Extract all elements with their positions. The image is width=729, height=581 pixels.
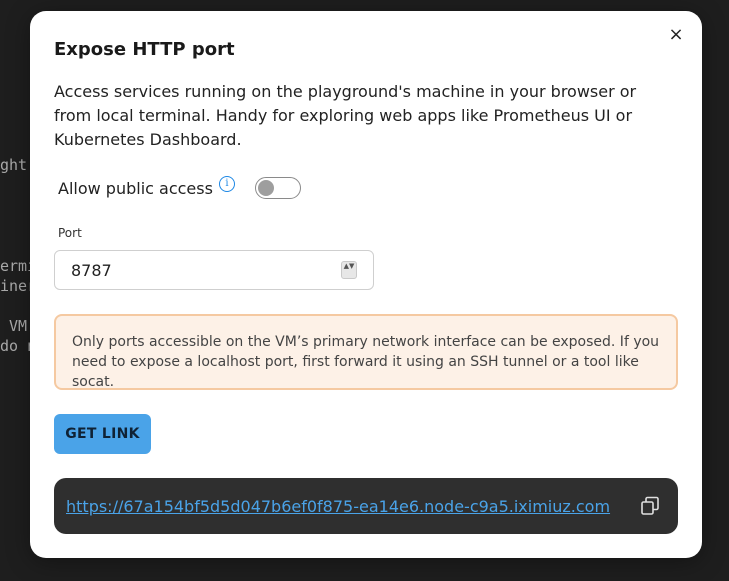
copy-icon[interactable] <box>640 496 660 516</box>
info-icon[interactable]: i <box>218 176 235 192</box>
public-access-toggle[interactable] <box>254 177 301 199</box>
dialog-description: Access services running on the playgroun… <box>54 82 637 149</box>
warning-notice: Only ports accessible on the VM’s primar… <box>54 314 678 390</box>
port-input[interactable]: 8787 ▲▼ <box>54 250 374 290</box>
dialog-title: Expose HTTP port <box>54 39 235 60</box>
expose-port-dialog: × Expose HTTP port Access services runni… <box>30 11 702 558</box>
public-access-row: Allow public access i <box>58 175 301 201</box>
terminal-line: ght <box>0 156 28 174</box>
port-stepper[interactable]: ▲▼ <box>341 261 357 279</box>
get-link-button[interactable]: GET LINK <box>54 414 151 454</box>
port-value: 8787 <box>71 260 112 280</box>
public-access-label: Allow public access <box>58 178 213 198</box>
exposed-url-link[interactable]: https://67a154bf5d5d047b6ef0f875-ea14e6.… <box>66 497 610 516</box>
port-label: Port <box>58 226 82 240</box>
link-display: https://67a154bf5d5d047b6ef0f875-ea14e6.… <box>54 478 678 534</box>
close-icon[interactable]: × <box>666 25 686 45</box>
terminal-line: VM <box>0 317 28 335</box>
toggle-knob <box>257 179 274 196</box>
